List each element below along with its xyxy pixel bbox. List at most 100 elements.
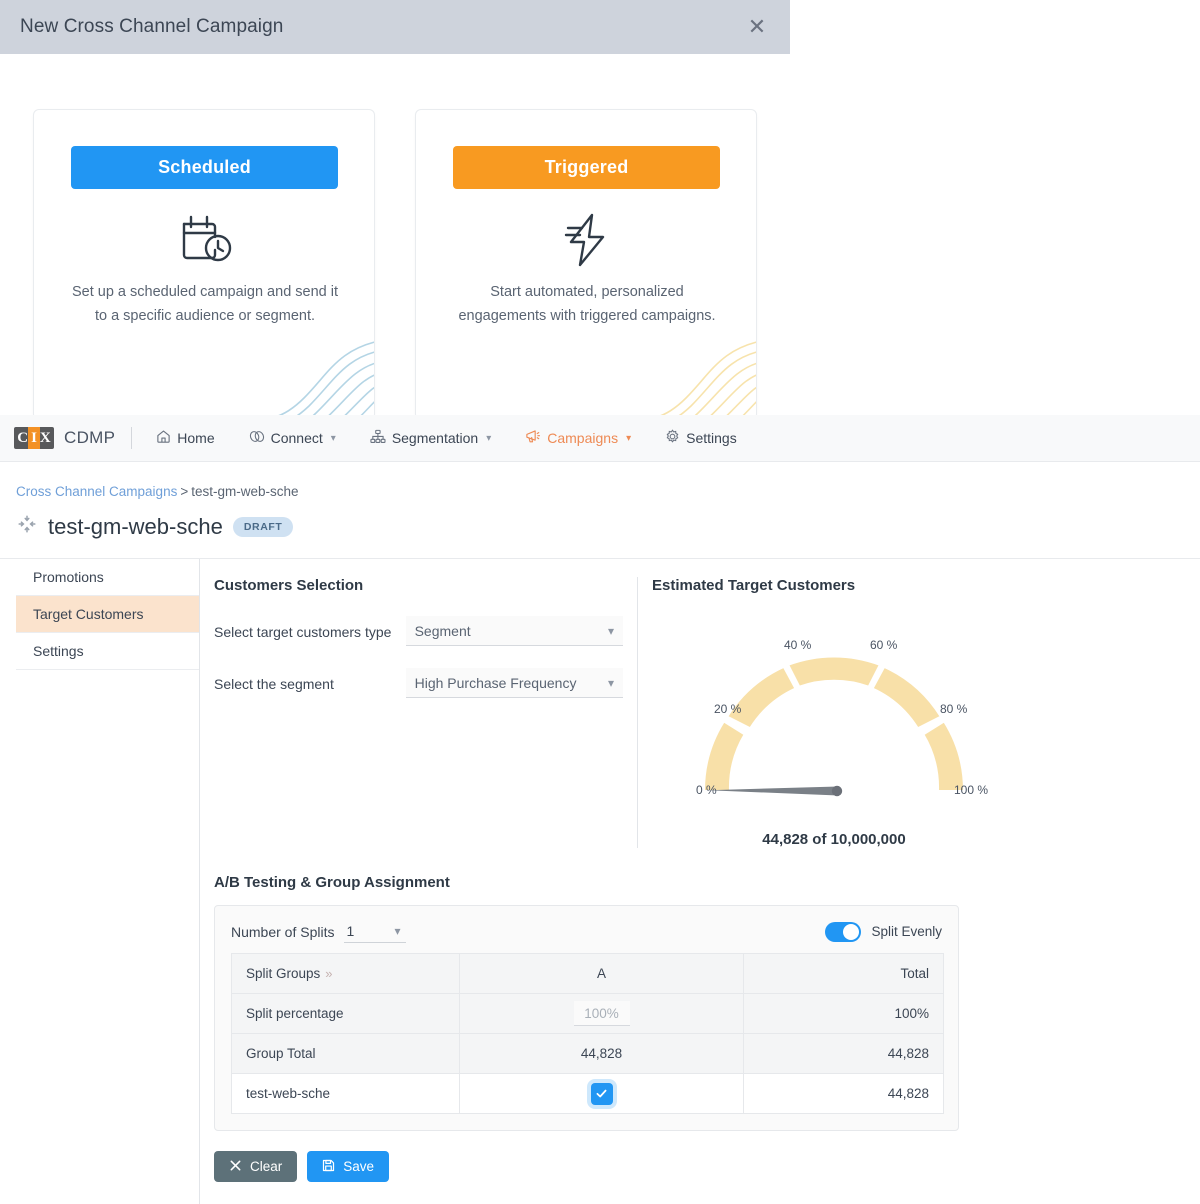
- home-icon: [156, 429, 171, 447]
- triggered-description: Start automated, personalized engagement…: [458, 284, 716, 324]
- nav-divider: [131, 427, 133, 449]
- gauge-chart: 0 % 20 % 40 % 60 % 80 % 100 %: [674, 616, 994, 831]
- number-of-splits-value: 1: [346, 923, 355, 939]
- row-label: Group Total: [231, 1033, 460, 1074]
- assignment-checkbox[interactable]: [590, 1082, 613, 1105]
- save-button[interactable]: Save: [307, 1151, 390, 1182]
- group-total-total: 44,828: [743, 1033, 944, 1074]
- split-groups-table: Split Groups » A Total Split percentage 1…: [231, 953, 944, 1114]
- nav-label: Segmentation: [391, 430, 479, 446]
- split-percentage-cell: 100%: [459, 993, 744, 1034]
- split-percentage-input[interactable]: 100%: [573, 1001, 630, 1026]
- double-chevron-right-icon: »: [325, 966, 333, 981]
- breadcrumb-separator: >: [180, 484, 189, 499]
- gauge-tick-0: 0 %: [696, 783, 717, 797]
- logo-letter-i: I: [28, 427, 40, 449]
- nav-item-connect[interactable]: Connect ▾: [239, 423, 346, 453]
- chevron-down-icon: ▾: [607, 624, 614, 638]
- promotion-assignment-cell: [459, 1073, 744, 1114]
- campaign-type-card-triggered[interactable]: Triggered Start automated, personalized …: [415, 109, 757, 420]
- table-row-group-total: Group Total 44,828 44,828: [231, 1033, 944, 1074]
- triggered-button[interactable]: Triggered: [453, 146, 720, 189]
- save-button-label: Save: [343, 1159, 375, 1174]
- link-icon: [249, 429, 265, 447]
- gauge-tick-20: 20 %: [714, 702, 742, 716]
- group-total-a: 44,828: [459, 1033, 744, 1074]
- ab-testing-header: Number of Splits 1 ▾ Split Evenly: [215, 906, 958, 953]
- nav-item-segmentation[interactable]: Segmentation ▾: [360, 423, 501, 453]
- close-icon[interactable]: ✕: [740, 10, 774, 44]
- chevron-down-icon: ▾: [486, 432, 492, 444]
- sidebar-item-label: Target Customers: [33, 606, 144, 622]
- gear-icon: [665, 429, 680, 447]
- split-evenly-toggle[interactable]: [825, 921, 862, 942]
- sidebar-item-promotions[interactable]: Promotions: [16, 559, 199, 596]
- ab-testing-title: A/B Testing & Group Assignment: [214, 874, 450, 891]
- gauge-tick-60: 60 %: [870, 638, 898, 652]
- number-of-splits-select[interactable]: 1 ▾: [344, 920, 407, 943]
- x-icon: [229, 1159, 242, 1175]
- target-type-value: Segment: [414, 623, 471, 639]
- decorative-waves-yellow: [609, 341, 756, 419]
- target-type-select[interactable]: Segment ▾: [405, 616, 623, 646]
- scheduled-button[interactable]: Scheduled: [71, 146, 338, 189]
- gauge-tick-100: 100 %: [954, 783, 989, 797]
- nav-item-home[interactable]: Home: [146, 423, 224, 453]
- gauge-caption: 44,828 of 10,000,000: [762, 831, 906, 848]
- table-header-row: Split Groups » A Total: [231, 953, 944, 994]
- modal-title: New Cross Channel Campaign: [20, 16, 284, 37]
- sidebar-item-target-customers[interactable]: Target Customers: [16, 596, 199, 633]
- target-type-label: Select target customers type: [214, 624, 392, 640]
- page-header: test-gm-web-sche DRAFT: [0, 499, 1200, 540]
- ab-testing-section: A/B Testing & Group Assignment Number of…: [214, 874, 1170, 1182]
- chevron-down-icon: ▾: [626, 432, 632, 444]
- gauge-tick-40: 40 %: [784, 638, 812, 652]
- action-buttons: Clear Save: [214, 1151, 1170, 1182]
- calendar-clock-icon: [34, 212, 374, 268]
- content-area: Promotions Target Customers Settings Cus…: [0, 559, 1200, 1204]
- gauge-title: Estimated Target Customers: [652, 577, 856, 594]
- logo-letter-c: C: [17, 430, 29, 446]
- product-name: CDMP: [64, 428, 116, 447]
- decorative-waves-blue: [227, 341, 374, 419]
- gauge-tick-80: 80 %: [940, 702, 968, 716]
- header-split-groups: Split Groups »: [231, 953, 460, 994]
- promotion-total: 44,828: [743, 1073, 944, 1114]
- clear-button-label: Clear: [250, 1159, 283, 1174]
- toggle-knob: [843, 923, 860, 940]
- campaign-type-card-scheduled[interactable]: Scheduled Set up a scheduled campaign an…: [33, 109, 375, 420]
- sidebar-item-settings[interactable]: Settings: [16, 633, 199, 670]
- top-navigation-bar: CIX CDMP Home Connect ▾ Segmentation ▾ C…: [0, 415, 1200, 462]
- main-panel: Customers Selection Select target custom…: [200, 559, 1200, 1204]
- nav-label: Settings: [686, 430, 737, 446]
- segment-select[interactable]: High Purchase Frequency ▾: [405, 668, 623, 698]
- table-row-split-percentage: Split percentage 100% 100%: [231, 993, 944, 1034]
- nav-item-settings[interactable]: Settings: [655, 423, 747, 453]
- row-label: test-web-sche: [231, 1073, 460, 1114]
- hierarchy-icon: [370, 429, 386, 447]
- breadcrumb: Cross Channel Campaigns > test-gm-web-sche: [0, 462, 1200, 499]
- nav-label: Campaigns: [547, 430, 619, 446]
- cix-logo[interactable]: CIX: [14, 427, 54, 449]
- chevron-down-icon: ▾: [330, 432, 336, 444]
- split-percentage-total: 100%: [743, 993, 944, 1034]
- clear-button[interactable]: Clear: [214, 1151, 298, 1182]
- app-window: CIX CDMP Home Connect ▾ Segmentation ▾ C…: [0, 415, 1200, 1204]
- modal-titlebar: New Cross Channel Campaign ✕: [0, 0, 790, 54]
- table-row-promotion: test-web-sche 44,828: [231, 1073, 944, 1114]
- save-disk-icon: [322, 1159, 335, 1175]
- segment-row: Select the segment High Purchase Frequen…: [214, 668, 623, 698]
- sidebar-item-label: Settings: [33, 643, 84, 659]
- campaign-sidebar: Promotions Target Customers Settings: [0, 559, 200, 1204]
- customers-selection-panel: Customers Selection Select target custom…: [214, 577, 638, 848]
- header-group-a: A: [459, 953, 744, 994]
- ab-testing-card: Number of Splits 1 ▾ Split Evenly Split …: [214, 905, 959, 1131]
- split-evenly-label: Split Evenly: [871, 924, 942, 939]
- nav-item-campaigns[interactable]: Campaigns ▾: [515, 423, 641, 453]
- breadcrumb-root-link[interactable]: Cross Channel Campaigns: [16, 484, 177, 499]
- modal-body: Scheduled Set up a scheduled campaign an…: [0, 54, 790, 420]
- chevron-down-icon: ▾: [394, 924, 401, 938]
- segment-label: Select the segment: [214, 676, 334, 692]
- breadcrumb-current: test-gm-web-sche: [191, 484, 299, 499]
- row-label: Split percentage: [231, 993, 460, 1034]
